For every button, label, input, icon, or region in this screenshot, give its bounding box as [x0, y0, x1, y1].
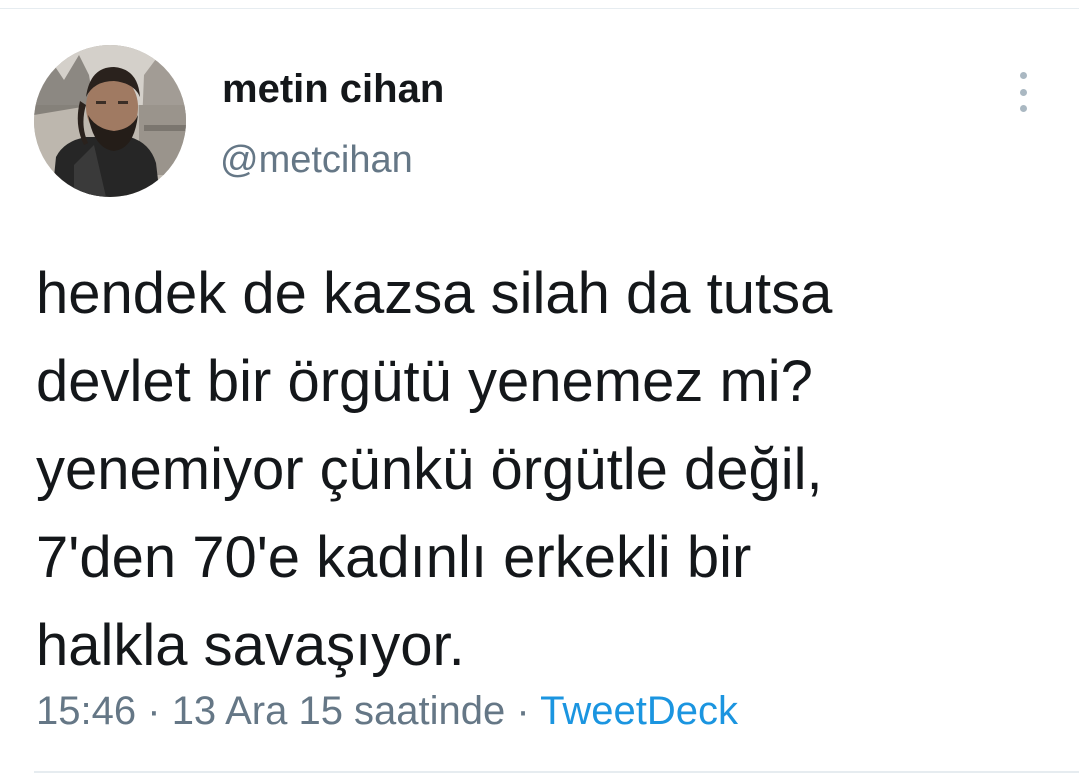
tweet-text-line: 7'den 70'e kadınlı erkekli bir — [36, 525, 752, 590]
tweet-date[interactable]: 13 Ara 15 saatinde — [172, 689, 506, 733]
bottom-divider — [34, 771, 1079, 773]
avatar-photo — [34, 45, 186, 197]
more-options-button[interactable] — [1006, 70, 1040, 114]
avatar[interactable] — [34, 45, 186, 197]
tweet-source-link[interactable]: TweetDeck — [540, 689, 738, 733]
tweet-text-line: devlet bir örgütü yenemez mi? — [36, 349, 813, 414]
author-handle[interactable]: @metcihan — [220, 136, 413, 184]
tweet-time[interactable]: 15:46 — [36, 689, 136, 733]
more-vertical-icon-dot — [1019, 105, 1027, 112]
author-name[interactable]: metin cihan — [222, 64, 444, 114]
top-divider — [0, 8, 1079, 9]
more-vertical-icon-dot — [1019, 88, 1027, 96]
tweet-text-line: yenemiyor çünkü örgütle değil, — [36, 437, 823, 502]
meta-separator: · — [147, 689, 161, 733]
tweet-text-line: hendek de kazsa silah da tutsa — [36, 261, 833, 326]
tweet-meta: 15:46 · 13 Ara 15 saatinde · TweetDeck — [36, 686, 738, 736]
meta-separator: · — [516, 689, 530, 733]
tweet-text-line: halkla savaşıyor. — [36, 613, 465, 678]
more-vertical-icon — [1019, 72, 1027, 79]
tweet-text: hendek de kazsa silah da tutsa devlet bi… — [36, 250, 1046, 690]
